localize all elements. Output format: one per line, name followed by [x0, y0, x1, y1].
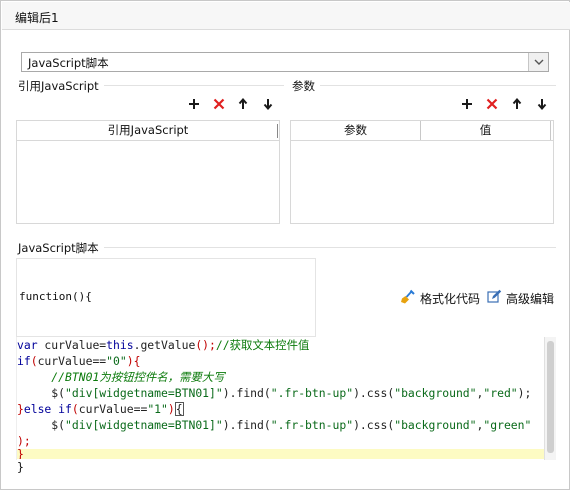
param-value-column-header[interactable]: 值 [421, 121, 551, 140]
column-resize-handle[interactable] [277, 124, 278, 138]
script-section-label: JavaScript脚本 [18, 241, 99, 255]
chevron-down-icon[interactable] [528, 53, 548, 71]
delete-icon [486, 98, 498, 113]
ref-add-button[interactable] [184, 95, 204, 115]
edit-icon [487, 289, 502, 307]
script-section-divider [104, 247, 556, 248]
plus-icon [188, 98, 200, 113]
arrow-down-icon [537, 98, 547, 113]
code-vertical-scrollbar[interactable] [544, 337, 556, 460]
function-header-box: function(){ [16, 258, 316, 337]
ref-js-table-header: 引用JavaScript [17, 121, 279, 141]
arrow-down-icon [263, 98, 273, 113]
code-line-4: $("div[widgetname=BTN01]").find(".fr-btn… [51, 386, 532, 400]
code-line-2: if(curValue=="0"){ [17, 354, 141, 368]
param-name-column-header[interactable]: 参数 [291, 121, 421, 140]
ref-js-column-header[interactable]: 引用JavaScript [17, 121, 279, 140]
ref-move-down-button[interactable] [258, 95, 278, 115]
param-section-label: 参数 [292, 79, 315, 93]
code-line-5: }else if(curValue=="1"){ [17, 402, 184, 416]
window-title: 编辑后1 [15, 11, 59, 25]
matched-brace: { [174, 402, 184, 416]
ref-move-up-button[interactable] [233, 95, 253, 115]
ref-section-label: 引用JavaScript [18, 79, 99, 93]
param-move-up-button[interactable] [507, 95, 527, 115]
code-editor[interactable]: var curValue=this.getValue();//获取文本控件值 i… [16, 337, 545, 460]
ref-section-divider [104, 85, 284, 86]
delete-icon [213, 98, 225, 113]
ref-delete-button[interactable] [209, 95, 229, 115]
param-delete-button[interactable] [482, 95, 502, 115]
advanced-edit-button[interactable]: 高级编辑 [487, 289, 554, 307]
function-header: function(){ [19, 290, 92, 303]
param-move-down-button[interactable] [532, 95, 552, 115]
advanced-edit-label: 高级编辑 [506, 291, 555, 306]
arrow-up-icon [512, 97, 522, 113]
script-type-value: JavaScript脚本 [28, 56, 109, 70]
format-code-button[interactable]: 格式化代码 [400, 289, 480, 308]
ref-js-table: 引用JavaScript [16, 120, 280, 224]
script-type-select[interactable]: JavaScript脚本 [21, 52, 549, 72]
code-line-1: var curValue=this.getValue();//获取文本控件值 [17, 338, 310, 352]
code-line-3: //BTN01为按钮控件名，需要大写 [51, 370, 225, 384]
code-line-7: ); [17, 434, 31, 448]
title-bar: 编辑后1 [2, 2, 570, 30]
broom-icon [400, 289, 416, 308]
param-add-button[interactable] [457, 95, 477, 115]
plus-icon [461, 98, 473, 113]
function-closing-brace: } [17, 460, 24, 474]
param-table-header: 参数 值 [291, 121, 553, 141]
code-line-6: $("div[widgetname=BTN01]").find(".fr-btn… [51, 418, 532, 432]
format-code-label: 格式化代码 [420, 292, 481, 306]
code-line-8-current: } [17, 449, 544, 459]
scrollbar-thumb[interactable] [547, 341, 554, 453]
arrow-up-icon [238, 97, 248, 113]
param-table: 参数 值 [290, 120, 554, 224]
param-section-divider [320, 85, 556, 86]
